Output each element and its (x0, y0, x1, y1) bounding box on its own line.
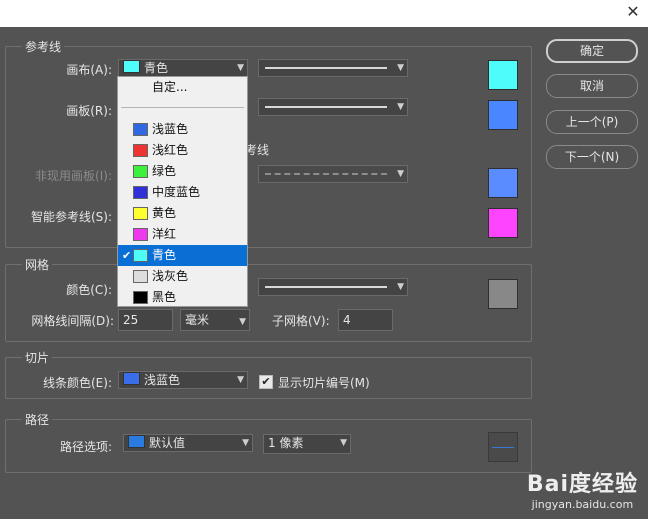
dashed-line-icon (265, 173, 387, 175)
canvas-color-box[interactable] (488, 60, 518, 90)
dropdown-item-label: 黑色 (152, 290, 177, 304)
dropdown-item-medium-blue[interactable]: 中度蓝色 (118, 182, 247, 203)
path-options-label: 路径选项: (59, 440, 112, 454)
dropdown-item-light-red[interactable]: 浅红色 (118, 140, 247, 161)
subdivisions-input[interactable]: 4 (338, 309, 393, 331)
dropdown-item-label: 青色 (152, 248, 177, 262)
chevron-down-icon: ▼ (237, 63, 244, 73)
path-line-preview (492, 447, 514, 448)
grid-unit-select[interactable]: 毫米 ▼ (180, 309, 250, 331)
baidu-watermark: Bai度经验 jingyan.baidu.com (527, 466, 638, 511)
dropdown-item-label: 浅红色 (152, 143, 189, 157)
color-swatch (133, 249, 148, 262)
inactive-color-box[interactable] (488, 168, 518, 198)
slice-line-color-select[interactable]: 浅蓝色 ▼ (118, 371, 248, 389)
dropdown-item-green[interactable]: 绿色 (118, 161, 247, 182)
artboard-line-style-select[interactable]: ▼ (258, 98, 408, 116)
color-swatch (133, 291, 148, 304)
chevron-down-icon: ▼ (237, 375, 244, 385)
path-width-value: 1 像素 (268, 436, 304, 450)
path-color-swatch (128, 435, 145, 448)
canvas-label: 画布(A): (66, 63, 112, 77)
canvas-color-select[interactable]: 青色 ▼ (118, 59, 248, 77)
dropdown-item-label: 绿色 (152, 164, 177, 178)
chevron-down-icon: ▼ (242, 438, 249, 448)
slices-group-title: 切片 (22, 349, 53, 366)
color-swatch (133, 228, 148, 241)
dropdown-item-custom[interactable]: 自定... (118, 77, 247, 98)
path-options-select[interactable]: 默认值 ▼ (123, 434, 253, 452)
dropdown-item-magenta[interactable]: 洋红 (118, 224, 247, 245)
slice-line-color-label: 线条颜色(E): (43, 376, 112, 390)
grid-group (5, 264, 532, 342)
grid-unit-value: 毫米 (185, 313, 210, 327)
ok-button[interactable]: 确定 (546, 39, 638, 63)
close-icon[interactable]: ✕ (624, 3, 642, 21)
solid-line-icon (265, 106, 387, 108)
chevron-down-icon: ▼ (397, 102, 404, 112)
color-swatch (133, 165, 148, 178)
color-swatch (133, 207, 148, 220)
chevron-down-icon: ▼ (340, 438, 347, 448)
watermark-url: jingyan.baidu.com (531, 498, 634, 511)
color-swatch (133, 186, 148, 199)
grid-spacing-input[interactable]: 25 (118, 309, 173, 331)
canvas-color-swatch (123, 60, 140, 73)
color-dropdown-menu: 自定... 浅蓝色 浅红色 绿色 中度蓝色 黄色 洋红 ✔ 青色 浅灰色 黑色 (117, 76, 248, 307)
watermark-brand: Bai度经验 (526, 472, 638, 497)
checkmark-icon: ✔ (122, 249, 132, 262)
show-artboard-guides-label: 考线 (245, 143, 270, 157)
color-swatch (133, 270, 148, 283)
next-button[interactable]: 下一个(N) (546, 145, 638, 169)
guides-group-title: 参考线 (22, 38, 65, 55)
inactive-artboard-label: 非现用画板(I): (35, 169, 112, 183)
canvas-line-style-select[interactable]: ▼ (258, 59, 408, 77)
dropdown-item-light-blue[interactable]: 浅蓝色 (118, 119, 247, 140)
dropdown-item-label: 浅蓝色 (152, 122, 189, 136)
smart-guides-label: 智能参考线(S): (30, 210, 112, 224)
dropdown-item-yellow[interactable]: 黄色 (118, 203, 247, 224)
dropdown-item-label: 黄色 (152, 206, 177, 220)
grid-spacing-label: 网格线间隔(D): (31, 314, 114, 328)
grid-line-style-select[interactable]: ▼ (258, 278, 408, 296)
solid-line-icon (265, 67, 387, 69)
dropdown-item-label: 自定... (152, 80, 188, 94)
dropdown-item-label: 浅灰色 (152, 269, 189, 283)
solid-line-icon (265, 286, 387, 288)
menu-separator (121, 107, 244, 108)
inactive-line-style-select[interactable]: ▼ (258, 165, 408, 183)
smart-guides-color-box[interactable] (488, 208, 518, 238)
cancel-button[interactable]: 取消 (546, 74, 638, 98)
dropdown-item-label: 中度蓝色 (152, 185, 201, 199)
canvas-color-value: 青色 (144, 61, 169, 75)
dropdown-item-light-gray[interactable]: 浅灰色 (118, 266, 247, 287)
color-swatch (133, 144, 148, 157)
dropdown-item-black[interactable]: 黑色 (118, 287, 247, 308)
color-swatch (133, 123, 148, 136)
artboard-color-box[interactable] (488, 100, 518, 130)
grid-color-label: 颜色(C): (66, 283, 112, 297)
show-slice-numbers-label: 显示切片编号(M) (278, 376, 370, 390)
show-slice-numbers-checkbox[interactable]: ✔ (259, 375, 273, 389)
slice-color-swatch (123, 372, 140, 385)
chevron-down-icon: ▼ (397, 282, 404, 292)
slice-line-color-value: 浅蓝色 (144, 373, 181, 387)
grid-group-title: 网格 (22, 256, 53, 273)
path-options-value: 默认值 (149, 436, 186, 450)
previous-button[interactable]: 上一个(P) (546, 110, 638, 134)
path-preview-box[interactable] (488, 432, 518, 462)
dialog-titlebar (0, 0, 648, 27)
dropdown-item-cyan[interactable]: ✔ 青色 (118, 245, 247, 266)
path-group-title: 路径 (22, 411, 53, 428)
artboard-label: 画板(R): (66, 104, 112, 118)
dropdown-item-label: 洋红 (152, 227, 177, 241)
path-width-select[interactable]: 1 像素 ▼ (263, 434, 351, 454)
chevron-down-icon: ▼ (397, 63, 404, 73)
chevron-down-icon: ▼ (397, 169, 404, 179)
chevron-down-icon: ▼ (239, 317, 246, 327)
grid-color-box[interactable] (488, 279, 518, 309)
subdivisions-label: 子网格(V): (272, 314, 330, 328)
